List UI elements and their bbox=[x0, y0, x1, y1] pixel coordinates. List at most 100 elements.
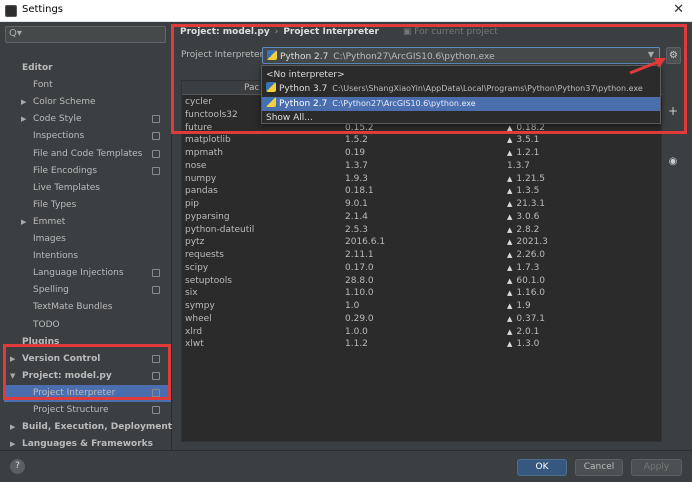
package-version: 1.9.3 bbox=[345, 173, 368, 184]
package-version: 9.0.1 bbox=[345, 199, 368, 209]
package-version: 2.1.4 bbox=[345, 211, 368, 222]
sidebar-item-editor[interactable]: Editor bbox=[0, 60, 172, 77]
sidebar-item-label: Images bbox=[33, 234, 66, 244]
upgrade-available-icon: ▲ bbox=[507, 212, 513, 221]
table-row[interactable]: sympy 1.0 ▲ 1.9 bbox=[182, 300, 663, 313]
table-row[interactable]: wheel 0.29.0 ▲ 0.37.1 bbox=[182, 313, 663, 326]
table-row[interactable]: xlwt 1.1.2 ▲ 1.3.0 bbox=[182, 338, 663, 351]
upgrade-available-icon: ▲ bbox=[507, 174, 513, 183]
sidebar-item-color-scheme[interactable]: ▶ Color Scheme bbox=[0, 94, 172, 111]
table-row[interactable]: pyparsing 2.1.4 ▲ 3.0.6 bbox=[182, 211, 663, 224]
sidebar-item-inspections[interactable]: Inspections bbox=[0, 128, 172, 145]
table-row[interactable]: mpmath 0.19 ▲ 1.2.1 bbox=[182, 147, 663, 160]
sidebar-item-code-style[interactable]: ▶ Code Style bbox=[0, 111, 172, 128]
table-row[interactable]: requests 2.11.1 ▲ 2.26.0 bbox=[182, 249, 663, 262]
sidebar-item-live-templates[interactable]: Live Templates bbox=[0, 180, 172, 197]
package-name: requests bbox=[185, 250, 224, 260]
latest-version-text: 1.3.7 bbox=[507, 160, 530, 171]
search-input[interactable]: Q▾ bbox=[5, 26, 166, 43]
latest-version-text: 2.0.1 bbox=[516, 326, 540, 337]
table-row[interactable]: python-dateutil 2.5.3 ▲ 2.8.2 bbox=[182, 224, 663, 237]
sidebar-item-file-encodings[interactable]: File Encodings bbox=[0, 163, 172, 180]
package-version: 1.3.7 bbox=[345, 160, 368, 171]
package-name: mpmath bbox=[185, 148, 223, 158]
upgrade-available-icon: ▲ bbox=[507, 187, 513, 196]
sidebar-item-file-and-code-templates[interactable]: File and Code Templates bbox=[0, 146, 172, 163]
table-row[interactable]: pandas 0.18.1 ▲ 1.3.5 bbox=[182, 185, 663, 198]
sidebar-item-label: Build, Execution, Deployment bbox=[22, 422, 173, 433]
latest-version-text: 3.5.1 bbox=[516, 135, 540, 146]
table-row[interactable]: pip 9.0.1 ▲ 21.3.1 bbox=[182, 198, 663, 211]
chevron-right-icon[interactable]: ▶ bbox=[21, 214, 26, 231]
project-scope-icon bbox=[152, 286, 160, 295]
package-latest: ▲ 1.9 bbox=[507, 300, 531, 313]
package-latest: ▲ 2.0.1 bbox=[507, 326, 539, 339]
sidebar-item-intentions[interactable]: Intentions bbox=[0, 248, 172, 265]
upgrade-available-icon: ▲ bbox=[507, 238, 513, 247]
sidebar-item-label: Intentions bbox=[33, 251, 79, 262]
latest-version-text: 2.8.2 bbox=[516, 224, 540, 235]
package-version: 1.0 bbox=[345, 301, 360, 311]
table-row[interactable]: nose 1.3.7 1.3.7 bbox=[182, 160, 663, 173]
ok-button[interactable]: OK bbox=[517, 459, 567, 476]
window-title: Settings bbox=[22, 4, 64, 15]
cancel-button[interactable]: Cancel bbox=[575, 459, 623, 476]
package-latest: ▲ 21.3.1 bbox=[507, 198, 545, 211]
red-arrow-annotation bbox=[629, 58, 666, 75]
sidebar-item-label: TODO bbox=[33, 319, 60, 330]
table-row[interactable]: scipy 0.17.0 ▲ 1.7.3 bbox=[182, 262, 663, 275]
help-icon[interactable]: ? bbox=[10, 459, 25, 474]
package-version: 2.5.3 bbox=[345, 224, 368, 235]
table-row[interactable]: matplotlib 1.5.2 ▲ 3.5.1 bbox=[182, 134, 663, 147]
sidebar-item-spelling[interactable]: Spelling bbox=[0, 282, 172, 299]
sidebar-item-build-execution-deployment[interactable]: ▶ Build, Execution, Deployment bbox=[0, 419, 172, 436]
package-latest: ▲ 2.8.2 bbox=[507, 224, 539, 237]
latest-version-text: 1.3.5 bbox=[516, 186, 540, 197]
sidebar-item-emmet[interactable]: ▶ Emmet bbox=[0, 214, 172, 231]
package-version: 28.8.0 bbox=[345, 275, 374, 286]
package-version: 1.10.0 bbox=[345, 288, 374, 299]
close-icon[interactable]: ✕ bbox=[673, 2, 684, 17]
sidebar-item-font[interactable]: Font bbox=[0, 77, 172, 94]
sidebar-item-label: Live Templates bbox=[33, 182, 100, 193]
sidebar-item-textmate-bundles[interactable]: TextMate Bundles bbox=[0, 299, 172, 316]
apply-button[interactable]: Apply bbox=[631, 459, 682, 476]
chevron-right-icon[interactable]: ▶ bbox=[21, 94, 26, 111]
package-name: wheel bbox=[185, 313, 212, 324]
sidebar-item-label: Spelling bbox=[33, 285, 69, 296]
upgrade-available-icon: ▲ bbox=[507, 327, 513, 336]
latest-version-text: 2.26.0 bbox=[516, 250, 546, 260]
upgrade-available-icon: ▲ bbox=[507, 263, 513, 272]
sidebar-item-label: File Types bbox=[33, 199, 77, 210]
sidebar-item-file-types[interactable]: File Types bbox=[0, 197, 172, 214]
sidebar-item-label: Inspections bbox=[33, 131, 85, 142]
chevron-right-icon[interactable]: ▶ bbox=[10, 419, 15, 436]
table-row[interactable]: setuptools 28.8.0 ▲ 60.1.0 bbox=[182, 275, 663, 288]
latest-version-text: 1.9 bbox=[516, 301, 531, 311]
project-scope-icon bbox=[152, 406, 160, 414]
sidebar-item-todo[interactable]: TODO bbox=[0, 317, 172, 334]
eye-icon[interactable]: ◉ bbox=[667, 156, 679, 167]
table-row[interactable]: pytz 2016.6.1 ▲ 2021.3 bbox=[182, 236, 663, 249]
sidebar-item-label: Project Structure bbox=[33, 405, 109, 415]
sidebar-item-project-structure[interactable]: Project Structure bbox=[0, 402, 172, 419]
package-latest: ▲ 1.3.0 bbox=[507, 338, 539, 351]
upgrade-available-icon: ▲ bbox=[507, 136, 513, 145]
chevron-right-icon[interactable]: ▶ bbox=[21, 111, 26, 128]
package-version: 2016.6.1 bbox=[345, 237, 386, 248]
package-version: 1.5.2 bbox=[345, 135, 368, 146]
sidebar-item-label: File Encodings bbox=[33, 165, 98, 176]
package-latest: ▲ 3.5.1 bbox=[507, 134, 539, 147]
sidebar-item-language-injections[interactable]: Language Injections bbox=[0, 265, 172, 282]
sidebar-item-label: File and Code Templates bbox=[33, 148, 143, 159]
project-scope-icon bbox=[152, 269, 160, 278]
package-name: python-dateutil bbox=[185, 224, 255, 235]
latest-version-text: 1.2.1 bbox=[516, 148, 540, 158]
package-name: sympy bbox=[185, 301, 215, 311]
table-row[interactable]: six 1.10.0 ▲ 1.16.0 bbox=[182, 287, 663, 300]
title-bar: Settings ✕ bbox=[0, 0, 692, 22]
table-row[interactable]: numpy 1.9.3 ▲ 1.21.5 bbox=[182, 173, 663, 186]
package-version: 0.19 bbox=[345, 148, 366, 158]
table-row[interactable]: xlrd 1.0.0 ▲ 2.0.1 bbox=[182, 326, 663, 339]
sidebar-item-images[interactable]: Images bbox=[0, 231, 172, 248]
